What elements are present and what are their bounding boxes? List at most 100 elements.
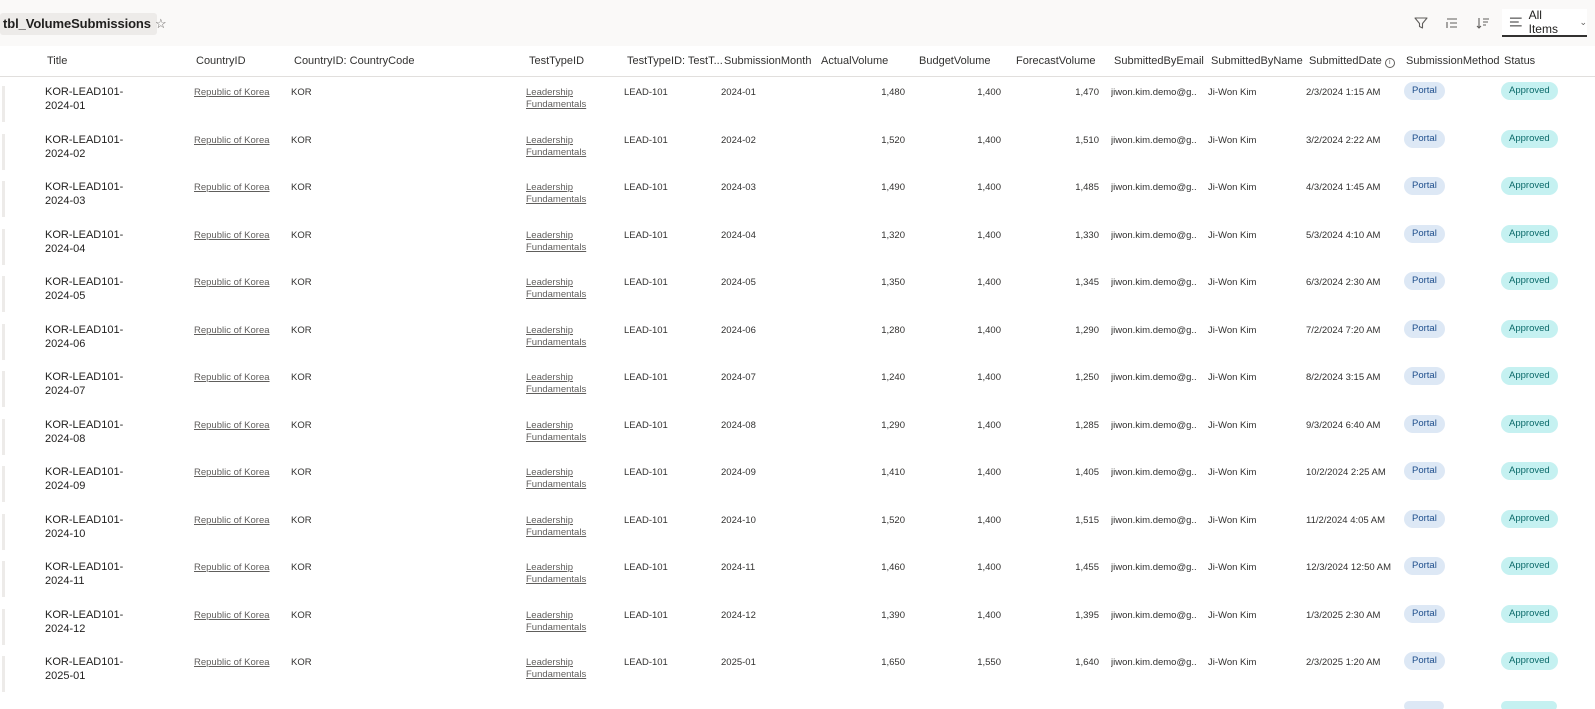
country-link[interactable]: Republic of Korea [194, 562, 270, 573]
test-type-link[interactable]: Leadership Fundamentals [526, 610, 586, 634]
submitted-by-email-cell: jiwon.kim.demo@g... [1111, 514, 1197, 526]
column-header-submissionmonth[interactable]: SubmissionMonth [724, 55, 811, 67]
column-header-submitteddate[interactable]: SubmittedDate i [1309, 55, 1395, 68]
title-cell[interactable]: KOR-LEAD101- 2024-03 [45, 180, 155, 208]
submission-method-pill: Portal [1404, 367, 1445, 385]
status-badge: Approved [1501, 462, 1558, 480]
test-type-link[interactable]: Leadership Fundamentals [526, 467, 586, 491]
sort-icon[interactable] [1474, 14, 1492, 32]
table-row[interactable]: KOR-LEAD101- 2024-12 Republic of Korea KOR L… [0, 600, 1595, 648]
column-header-submittedbyname[interactable]: SubmittedByName [1211, 55, 1303, 67]
test-type-line-2: Fundamentals [526, 289, 587, 300]
budget-volume-cell: 1,550 [977, 657, 1001, 668]
country-link[interactable]: Republic of Korea [194, 420, 270, 431]
budget-volume-cell: 1,400 [977, 324, 1001, 336]
test-type-link[interactable]: Leadership Fundamentals [526, 182, 586, 206]
submitted-by-email-cell: jiwon.kim.demo@g... [1111, 324, 1197, 336]
submission-method-pill: Portal [1404, 604, 1445, 623]
row-select-handle[interactable] [2, 608, 5, 645]
title-cell[interactable]: KOR-LEAD101- 2024-05 [45, 275, 155, 303]
forecast-volume-cell: 1,345 [1075, 277, 1099, 288]
list-title[interactable]: tbl_VolumeSubmissions [0, 13, 157, 35]
budget-volume-cell: 1,400 [977, 419, 1001, 431]
test-type-link[interactable]: Leadership Fundamentals [526, 230, 586, 254]
row-select-handle[interactable] [2, 133, 5, 170]
group-by-icon[interactable] [1443, 14, 1461, 32]
column-header-actualvolume[interactable]: ActualVolume [821, 55, 888, 67]
column-header-countryid[interactable]: CountryID [196, 55, 246, 67]
country-link[interactable]: Republic of Korea [194, 515, 270, 526]
column-header-testtypecode[interactable]: TestTypeID: TestT... [627, 55, 723, 67]
table-row[interactable]: KOR-LEAD101- 2025-01 Republic of Korea KOR L… [0, 647, 1595, 695]
test-type-link[interactable]: Leadership Fundamentals [526, 135, 586, 159]
test-type-link[interactable]: Leadership Fundamentals [526, 277, 586, 301]
test-type-link[interactable]: Leadership Fundamentals [526, 420, 586, 444]
test-type-link[interactable]: Leadership Fundamentals [526, 87, 586, 111]
test-type-link[interactable]: Leadership Fundamentals [526, 562, 586, 586]
country-link[interactable]: Republic of Korea [194, 372, 270, 383]
column-header-status[interactable]: Status [1504, 55, 1535, 67]
row-select-handle[interactable] [2, 86, 5, 122]
title-cell[interactable]: KOR-LEAD101- 2024-04 [45, 228, 155, 256]
row-select-handle[interactable] [2, 181, 5, 217]
title-cell[interactable]: KOR-LEAD101- 2024-06 [45, 323, 155, 351]
country-link[interactable]: Republic of Korea [194, 87, 270, 98]
title-cell[interactable]: KOR-LEAD101- 2024-12 [45, 608, 155, 636]
title-cell[interactable]: KOR-LEAD101- 2024-10 [45, 513, 155, 541]
country-link[interactable]: Republic of Korea [194, 325, 270, 336]
title-cell[interactable]: KOR-LEAD101- 2025-01 [45, 655, 155, 683]
table-row[interactable]: KOR-LEAD101- 2024-02 Republic of Korea KOR L… [0, 125, 1595, 173]
country-link[interactable]: Republic of Korea [194, 610, 270, 621]
test-type-link[interactable]: Leadership Fundamentals [526, 657, 586, 681]
test-type-code-cell: LEAD-101 [624, 87, 668, 98]
test-type-link[interactable]: Leadership Fundamentals [526, 372, 586, 396]
column-header-title[interactable]: Title [47, 55, 67, 67]
column-header-budgetvolume[interactable]: BudgetVolume [919, 55, 991, 67]
table-row[interactable]: KOR-LEAD101- 2024-04 Republic of Korea KOR L… [0, 220, 1595, 268]
column-header-countrycode[interactable]: CountryID: CountryCode [294, 55, 414, 67]
row-select-handle[interactable] [2, 656, 5, 692]
country-link[interactable]: Republic of Korea [194, 657, 270, 668]
column-header-forecastvolume[interactable]: ForecastVolume [1016, 55, 1095, 67]
test-type-line-2: Fundamentals [526, 384, 587, 395]
table-row[interactable]: KOR-LEAD101- 2024-06 Republic of Korea KOR L… [0, 315, 1595, 363]
table-row[interactable]: KOR-LEAD101- 2024-01 Republic of Korea KOR L… [0, 77, 1595, 125]
title-cell[interactable]: KOR-LEAD101- 2024-07 [45, 370, 155, 398]
favorite-star-icon[interactable]: ☆ [155, 16, 167, 32]
row-select-handle[interactable] [2, 371, 5, 407]
column-header-submitteddate-label: SubmittedDate [1309, 55, 1382, 67]
table-row[interactable]: KOR-LEAD101- 2024-10 Republic of Korea KOR L… [0, 505, 1595, 553]
title-cell[interactable]: KOR-LEAD101- 2024-11 [45, 560, 155, 588]
row-select-handle[interactable] [2, 276, 5, 312]
test-type-link[interactable]: Leadership Fundamentals [526, 515, 586, 539]
column-header-testtypeid[interactable]: TestTypeID [529, 55, 584, 67]
country-link[interactable]: Republic of Korea [194, 182, 270, 193]
title-cell[interactable]: KOR-LEAD101- 2024-09 [45, 465, 155, 493]
title-cell[interactable]: KOR-LEAD101- 2024-01 [45, 85, 155, 113]
row-select-handle[interactable] [2, 323, 5, 360]
title-cell[interactable]: KOR-LEAD101- 2024-02 [45, 133, 155, 161]
column-header-submissionmethod[interactable]: SubmissionMethod [1406, 55, 1500, 67]
table-row[interactable]: KOR-LEAD101- 2024-08 Republic of Korea KOR L… [0, 410, 1595, 458]
table-row[interactable]: KOR-LEAD101- 2024-07 Republic of Korea KOR L… [0, 362, 1595, 410]
title-line-2: 2024-08 [45, 432, 86, 445]
table-row[interactable]: KOR-LEAD101- 2024-09 Republic of Korea KOR L… [0, 457, 1595, 505]
country-link[interactable]: Republic of Korea [194, 277, 270, 288]
table-row[interactable]: KOR-LEAD101- 2024-03 Republic of Korea KOR L… [0, 172, 1595, 220]
country-link[interactable]: Republic of Korea [194, 467, 270, 478]
country-link[interactable]: Republic of Korea [194, 135, 270, 146]
row-select-handle[interactable] [2, 513, 5, 550]
table-row[interactable]: KOR-LEAD101- 2024-11 Republic of Korea KOR L… [0, 552, 1595, 600]
row-select-handle[interactable] [2, 466, 5, 502]
row-select-handle[interactable] [2, 418, 5, 455]
country-link[interactable]: Republic of Korea [194, 230, 270, 241]
column-header-submittedbyemail[interactable]: SubmittedByEmail [1114, 55, 1204, 67]
test-type-link[interactable]: Leadership Fundamentals [526, 325, 586, 349]
row-select-handle[interactable] [2, 228, 5, 265]
view-switcher-button[interactable]: All Items ⌄ [1502, 8, 1587, 37]
row-select-handle[interactable] [2, 561, 5, 597]
table-row[interactable]: KOR-LEAD101- 2024-05 Republic of Korea KOR L… [0, 267, 1595, 315]
filter-icon[interactable] [1412, 14, 1430, 32]
title-cell[interactable]: KOR-LEAD101- 2024-08 [45, 418, 155, 446]
info-icon[interactable]: i [1384, 58, 1395, 68]
